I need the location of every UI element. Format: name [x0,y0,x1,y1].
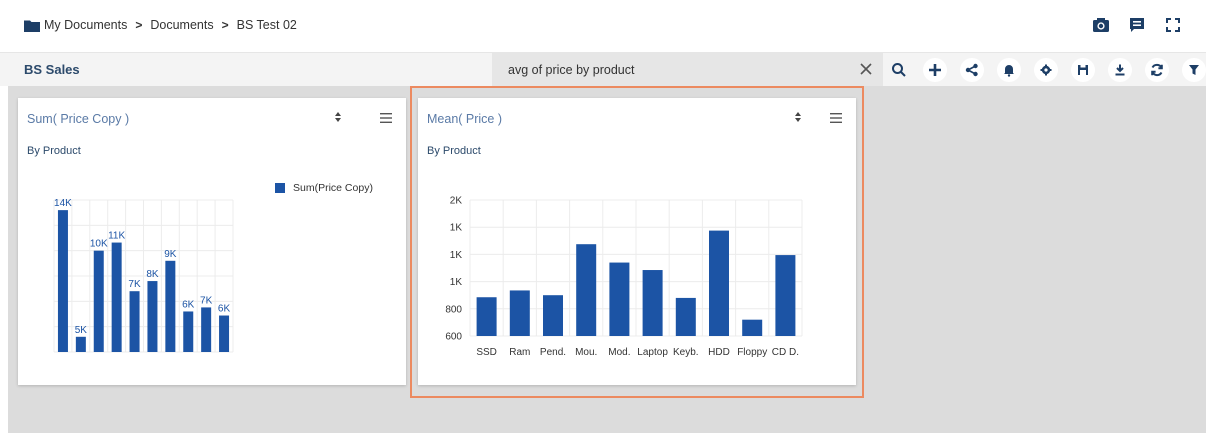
folder-icon [24,19,40,32]
chart-card-sum-price-copy[interactable]: Sum( Price Copy ) By Product 14K 5K 10K 11K… [18,98,406,385]
search-input[interactable] [492,53,847,86]
data-label: 5K [75,325,88,336]
bar[interactable] [183,311,194,352]
refresh-icon[interactable] [1145,58,1169,82]
bar[interactable] [111,242,122,352]
camera-icon[interactable] [1092,16,1110,34]
data-label: 8K [146,269,159,280]
breadcrumb: My Documents > Documents > BS Test 02 [24,18,297,32]
gear-icon[interactable] [1034,58,1058,82]
data-label: 7K [128,279,141,290]
plus-icon[interactable] [923,58,947,82]
top-actions [1092,16,1182,34]
breadcrumb-item-documents[interactable]: Documents [150,18,213,32]
data-label: 7K [200,295,213,306]
search-icon[interactable] [890,61,908,79]
bar[interactable] [219,315,230,352]
bar[interactable] [57,210,68,352]
dashboard-title: BS Sales [24,62,80,77]
breadcrumb-item-my-documents[interactable]: My Documents [44,18,127,32]
share-icon[interactable] [960,58,984,82]
chart-sum-price-copy: 14K 5K 10K11K 7K 8K 9K 6K 7K 6K Sum(Price Copy) [53,182,373,353]
selection-highlight [410,86,864,398]
data-label: 6K [218,304,231,315]
bar[interactable] [201,307,212,352]
bar[interactable] [147,281,158,352]
legend-label: Sum(Price Copy) [293,182,373,194]
bar[interactable] [75,336,86,352]
data-label: 11K [108,231,125,242]
breadcrumb-item-current: BS Test 02 [236,18,297,32]
fullscreen-icon[interactable] [1164,16,1182,34]
export-icon[interactable] [1108,58,1132,82]
data-label: 6K [182,299,195,310]
bar[interactable] [93,250,104,352]
filter-icon[interactable] [1182,58,1206,82]
bar[interactable] [165,260,176,352]
data-label: 14K [54,198,72,209]
close-icon[interactable] [858,61,874,77]
legend-swatch [275,183,285,193]
save-icon[interactable] [1071,58,1095,82]
chevron-right-icon: > [135,18,143,32]
search-box [492,53,883,86]
data-label: 9K [164,249,177,260]
bar[interactable] [129,291,140,352]
dashboard-toolbar: BS Sales [0,53,1206,86]
chevron-right-icon: > [221,18,229,32]
top-bar: My Documents > Documents > BS Test 02 [0,0,1206,53]
comment-icon[interactable] [1128,16,1146,34]
bell-icon[interactable] [997,58,1021,82]
data-label: 10K [90,239,108,250]
